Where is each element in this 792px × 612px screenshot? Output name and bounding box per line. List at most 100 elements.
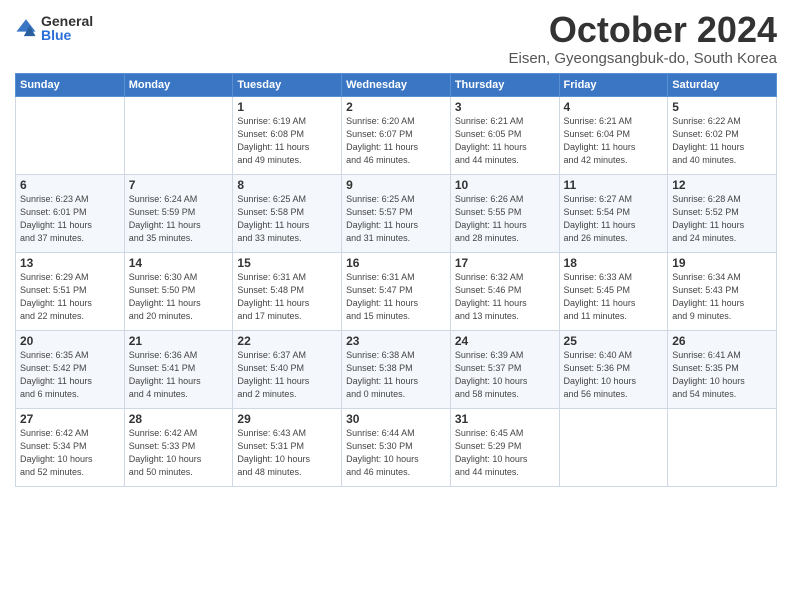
day-info: Sunrise: 6:38 AMSunset: 5:38 PMDaylight:… <box>346 349 446 401</box>
calendar-cell: 31Sunrise: 6:45 AMSunset: 5:29 PMDayligh… <box>450 408 559 486</box>
calendar-cell <box>668 408 777 486</box>
day-number: 1 <box>237 100 337 114</box>
day-number: 14 <box>129 256 229 270</box>
col-tuesday: Tuesday <box>233 73 342 96</box>
day-info: Sunrise: 6:42 AMSunset: 5:34 PMDaylight:… <box>20 427 120 479</box>
calendar-cell: 7Sunrise: 6:24 AMSunset: 5:59 PMDaylight… <box>124 174 233 252</box>
day-number: 7 <box>129 178 229 192</box>
calendar-cell: 30Sunrise: 6:44 AMSunset: 5:30 PMDayligh… <box>342 408 451 486</box>
calendar-cell: 3Sunrise: 6:21 AMSunset: 6:05 PMDaylight… <box>450 96 559 174</box>
calendar-cell <box>559 408 668 486</box>
calendar-cell: 28Sunrise: 6:42 AMSunset: 5:33 PMDayligh… <box>124 408 233 486</box>
calendar-table: Sunday Monday Tuesday Wednesday Thursday… <box>15 73 777 487</box>
calendar-cell: 16Sunrise: 6:31 AMSunset: 5:47 PMDayligh… <box>342 252 451 330</box>
day-number: 9 <box>346 178 446 192</box>
day-info: Sunrise: 6:24 AMSunset: 5:59 PMDaylight:… <box>129 193 229 245</box>
day-number: 31 <box>455 412 555 426</box>
calendar-cell: 24Sunrise: 6:39 AMSunset: 5:37 PMDayligh… <box>450 330 559 408</box>
month-title: October 2024 <box>508 10 777 50</box>
day-number: 29 <box>237 412 337 426</box>
calendar-cell: 2Sunrise: 6:20 AMSunset: 6:07 PMDaylight… <box>342 96 451 174</box>
calendar-cell: 9Sunrise: 6:25 AMSunset: 5:57 PMDaylight… <box>342 174 451 252</box>
day-info: Sunrise: 6:21 AMSunset: 6:04 PMDaylight:… <box>564 115 664 167</box>
day-info: Sunrise: 6:32 AMSunset: 5:46 PMDaylight:… <box>455 271 555 323</box>
calendar-cell <box>16 96 125 174</box>
day-number: 10 <box>455 178 555 192</box>
calendar-cell: 29Sunrise: 6:43 AMSunset: 5:31 PMDayligh… <box>233 408 342 486</box>
week-row-5: 27Sunrise: 6:42 AMSunset: 5:34 PMDayligh… <box>16 408 777 486</box>
day-info: Sunrise: 6:21 AMSunset: 6:05 PMDaylight:… <box>455 115 555 167</box>
header: General Blue October 2024 Eisen, Gyeongs… <box>15 10 777 67</box>
calendar-cell: 22Sunrise: 6:37 AMSunset: 5:40 PMDayligh… <box>233 330 342 408</box>
day-info: Sunrise: 6:20 AMSunset: 6:07 PMDaylight:… <box>346 115 446 167</box>
calendar-cell: 14Sunrise: 6:30 AMSunset: 5:50 PMDayligh… <box>124 252 233 330</box>
calendar-cell: 18Sunrise: 6:33 AMSunset: 5:45 PMDayligh… <box>559 252 668 330</box>
calendar-cell: 25Sunrise: 6:40 AMSunset: 5:36 PMDayligh… <box>559 330 668 408</box>
day-info: Sunrise: 6:25 AMSunset: 5:57 PMDaylight:… <box>346 193 446 245</box>
header-row: Sunday Monday Tuesday Wednesday Thursday… <box>16 73 777 96</box>
day-number: 30 <box>346 412 446 426</box>
day-number: 25 <box>564 334 664 348</box>
day-info: Sunrise: 6:30 AMSunset: 5:50 PMDaylight:… <box>129 271 229 323</box>
day-info: Sunrise: 6:42 AMSunset: 5:33 PMDaylight:… <box>129 427 229 479</box>
day-info: Sunrise: 6:29 AMSunset: 5:51 PMDaylight:… <box>20 271 120 323</box>
day-info: Sunrise: 6:28 AMSunset: 5:52 PMDaylight:… <box>672 193 772 245</box>
calendar-cell: 20Sunrise: 6:35 AMSunset: 5:42 PMDayligh… <box>16 330 125 408</box>
page: General Blue October 2024 Eisen, Gyeongs… <box>0 0 792 612</box>
logo: General Blue <box>15 14 93 42</box>
day-number: 13 <box>20 256 120 270</box>
day-info: Sunrise: 6:26 AMSunset: 5:55 PMDaylight:… <box>455 193 555 245</box>
day-number: 4 <box>564 100 664 114</box>
calendar-cell: 27Sunrise: 6:42 AMSunset: 5:34 PMDayligh… <box>16 408 125 486</box>
calendar-cell: 8Sunrise: 6:25 AMSunset: 5:58 PMDaylight… <box>233 174 342 252</box>
day-info: Sunrise: 6:36 AMSunset: 5:41 PMDaylight:… <box>129 349 229 401</box>
calendar-cell: 13Sunrise: 6:29 AMSunset: 5:51 PMDayligh… <box>16 252 125 330</box>
day-info: Sunrise: 6:34 AMSunset: 5:43 PMDaylight:… <box>672 271 772 323</box>
day-number: 20 <box>20 334 120 348</box>
day-info: Sunrise: 6:27 AMSunset: 5:54 PMDaylight:… <box>564 193 664 245</box>
day-number: 16 <box>346 256 446 270</box>
day-number: 24 <box>455 334 555 348</box>
day-number: 28 <box>129 412 229 426</box>
week-row-1: 1Sunrise: 6:19 AMSunset: 6:08 PMDaylight… <box>16 96 777 174</box>
calendar-cell: 4Sunrise: 6:21 AMSunset: 6:04 PMDaylight… <box>559 96 668 174</box>
col-friday: Friday <box>559 73 668 96</box>
day-info: Sunrise: 6:37 AMSunset: 5:40 PMDaylight:… <box>237 349 337 401</box>
day-info: Sunrise: 6:43 AMSunset: 5:31 PMDaylight:… <box>237 427 337 479</box>
calendar-cell <box>124 96 233 174</box>
calendar-cell: 10Sunrise: 6:26 AMSunset: 5:55 PMDayligh… <box>450 174 559 252</box>
calendar-cell: 26Sunrise: 6:41 AMSunset: 5:35 PMDayligh… <box>668 330 777 408</box>
col-monday: Monday <box>124 73 233 96</box>
logo-general-label: General <box>41 14 93 28</box>
calendar-cell: 6Sunrise: 6:23 AMSunset: 6:01 PMDaylight… <box>16 174 125 252</box>
day-number: 3 <box>455 100 555 114</box>
day-number: 5 <box>672 100 772 114</box>
calendar-cell: 1Sunrise: 6:19 AMSunset: 6:08 PMDaylight… <box>233 96 342 174</box>
calendar-cell: 19Sunrise: 6:34 AMSunset: 5:43 PMDayligh… <box>668 252 777 330</box>
day-info: Sunrise: 6:31 AMSunset: 5:47 PMDaylight:… <box>346 271 446 323</box>
calendar-cell: 5Sunrise: 6:22 AMSunset: 6:02 PMDaylight… <box>668 96 777 174</box>
day-number: 27 <box>20 412 120 426</box>
day-number: 22 <box>237 334 337 348</box>
day-info: Sunrise: 6:23 AMSunset: 6:01 PMDaylight:… <box>20 193 120 245</box>
day-number: 15 <box>237 256 337 270</box>
day-info: Sunrise: 6:40 AMSunset: 5:36 PMDaylight:… <box>564 349 664 401</box>
day-info: Sunrise: 6:44 AMSunset: 5:30 PMDaylight:… <box>346 427 446 479</box>
day-number: 18 <box>564 256 664 270</box>
title-block: October 2024 Eisen, Gyeongsangbuk-do, So… <box>508 10 777 67</box>
calendar-cell: 21Sunrise: 6:36 AMSunset: 5:41 PMDayligh… <box>124 330 233 408</box>
col-wednesday: Wednesday <box>342 73 451 96</box>
day-info: Sunrise: 6:41 AMSunset: 5:35 PMDaylight:… <box>672 349 772 401</box>
day-info: Sunrise: 6:33 AMSunset: 5:45 PMDaylight:… <box>564 271 664 323</box>
calendar-cell: 12Sunrise: 6:28 AMSunset: 5:52 PMDayligh… <box>668 174 777 252</box>
week-row-4: 20Sunrise: 6:35 AMSunset: 5:42 PMDayligh… <box>16 330 777 408</box>
day-info: Sunrise: 6:31 AMSunset: 5:48 PMDaylight:… <box>237 271 337 323</box>
calendar-cell: 17Sunrise: 6:32 AMSunset: 5:46 PMDayligh… <box>450 252 559 330</box>
day-number: 23 <box>346 334 446 348</box>
day-info: Sunrise: 6:22 AMSunset: 6:02 PMDaylight:… <box>672 115 772 167</box>
logo-blue-label: Blue <box>41 28 93 42</box>
day-info: Sunrise: 6:39 AMSunset: 5:37 PMDaylight:… <box>455 349 555 401</box>
week-row-2: 6Sunrise: 6:23 AMSunset: 6:01 PMDaylight… <box>16 174 777 252</box>
day-info: Sunrise: 6:45 AMSunset: 5:29 PMDaylight:… <box>455 427 555 479</box>
day-number: 21 <box>129 334 229 348</box>
